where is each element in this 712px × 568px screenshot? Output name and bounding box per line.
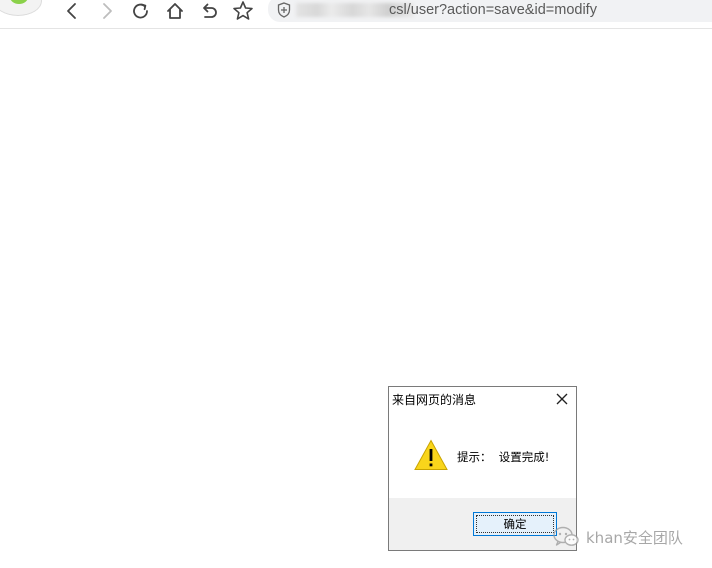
- reload-button[interactable]: [129, 0, 153, 22]
- watermark: khan安全团队: [552, 524, 683, 550]
- close-button[interactable]: [554, 391, 570, 407]
- close-icon: [556, 393, 568, 405]
- star-icon: [233, 1, 253, 20]
- address-bar[interactable]: csl/user?action=save&id=modify: [268, 0, 712, 22]
- watermark-text: khan安全团队: [586, 528, 683, 547]
- home-button[interactable]: [163, 0, 187, 22]
- ok-button-label: 确定: [503, 517, 527, 531]
- dialog-footer: 确定: [389, 498, 576, 550]
- alert-dialog: 来自网页的消息 提示： 设置完成! 确定: [388, 386, 577, 551]
- warning-icon: [414, 439, 448, 470]
- ok-button[interactable]: 确定: [473, 512, 557, 536]
- back-button[interactable]: [60, 0, 84, 22]
- undo-icon: [203, 3, 217, 18]
- shield-icon: [277, 2, 291, 18]
- undo-button[interactable]: [197, 0, 221, 22]
- home-icon: [167, 3, 183, 19]
- dialog-message: 提示： 设置完成!: [457, 450, 550, 464]
- browser-logo: [0, 0, 42, 16]
- reload-icon: [133, 3, 148, 19]
- dialog-title: 来自网页的消息: [392, 393, 477, 407]
- wechat-icon: [553, 526, 579, 546]
- favorite-button[interactable]: [231, 0, 255, 22]
- url-text[interactable]: csl/user?action=save&id=modify: [389, 0, 597, 20]
- browser-toolbar: csl/user?action=save&id=modify: [0, 0, 712, 29]
- forward-button[interactable]: [95, 0, 119, 22]
- back-arrow-icon: [67, 3, 76, 19]
- forward-arrow-icon: [103, 3, 112, 19]
